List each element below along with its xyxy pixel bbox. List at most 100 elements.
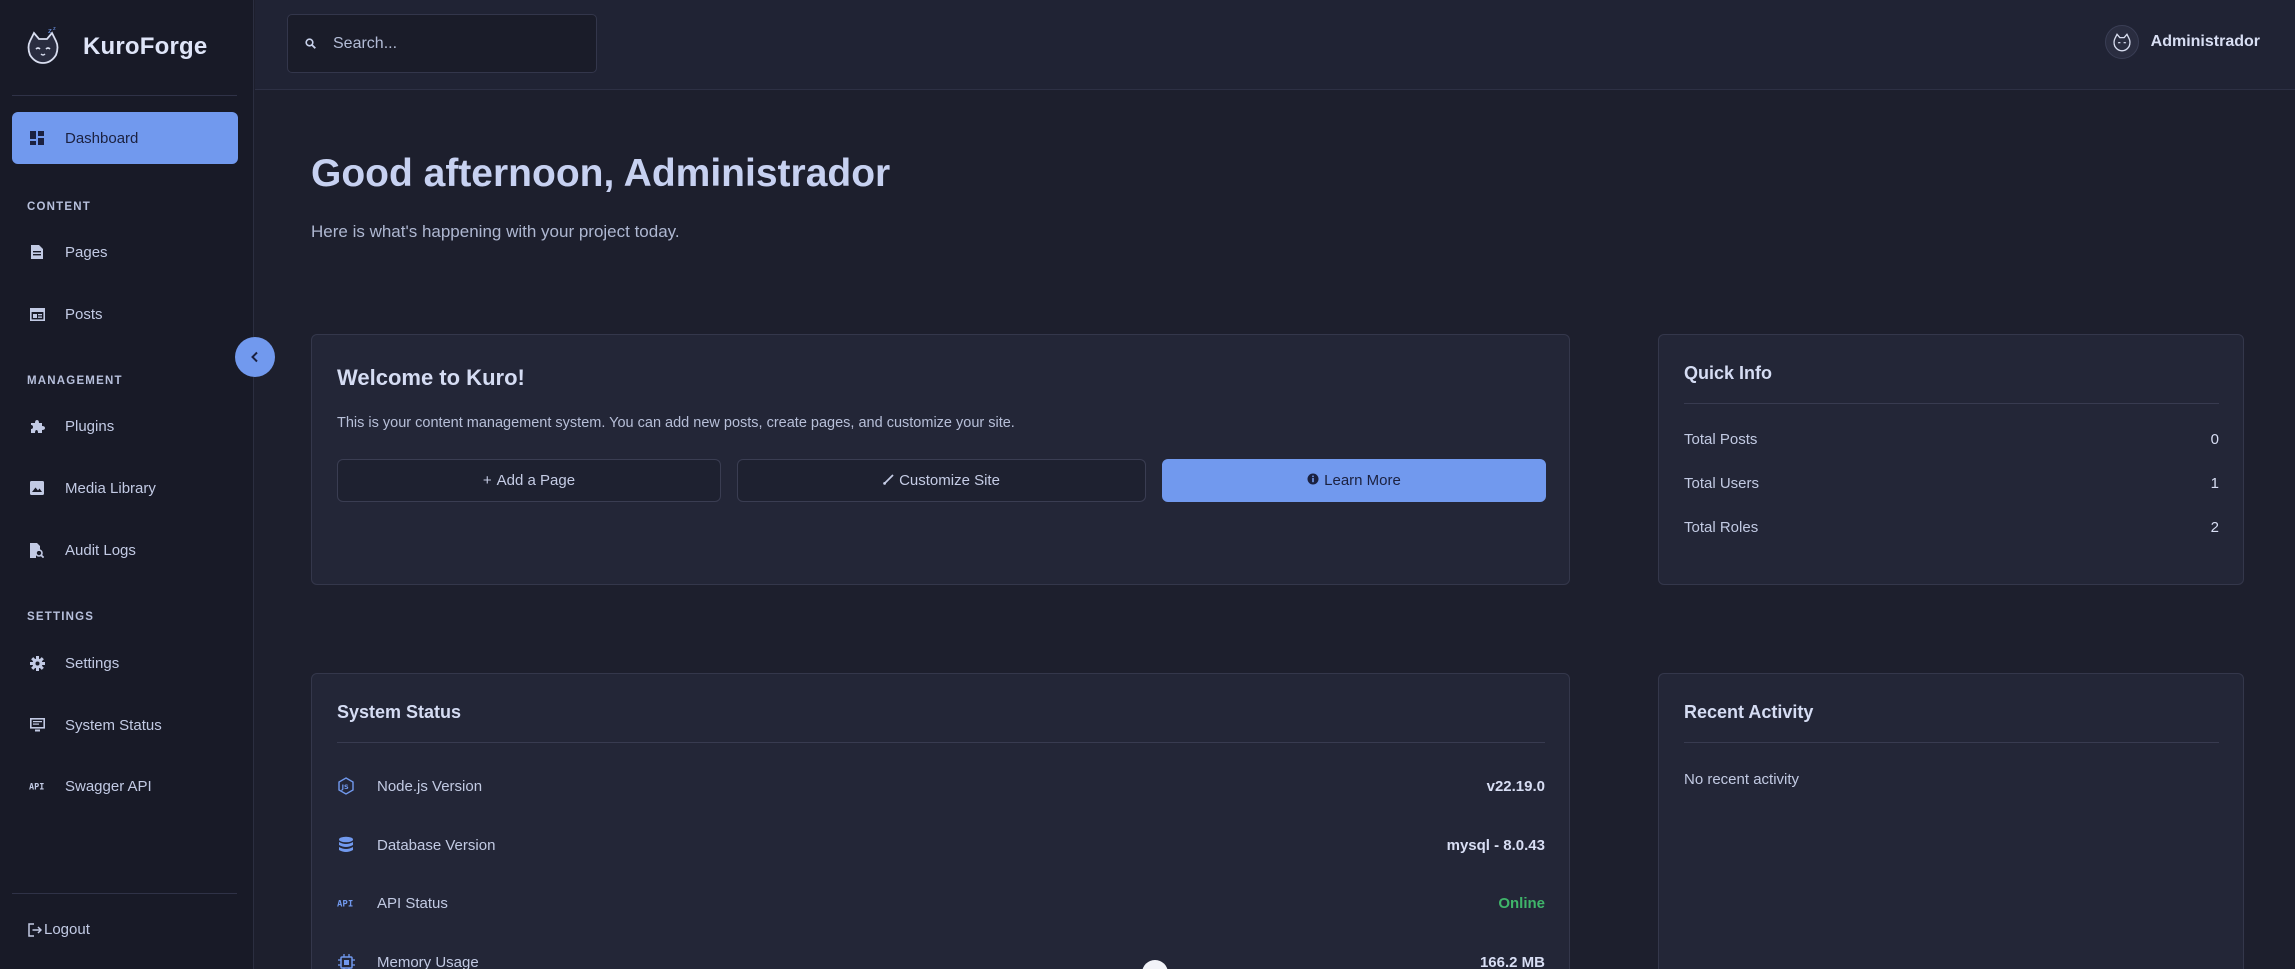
status-row-memory: Memory Usage 166.2 MB (337, 953, 1545, 969)
dashboard-icon (29, 130, 45, 146)
sidebar-item-system-status[interactable]: System Status (12, 699, 238, 751)
system-status-divider (337, 742, 1545, 743)
gear-icon (29, 655, 45, 671)
status-label: Node.js Version (377, 777, 483, 795)
svg-text:JS: JS (341, 783, 349, 791)
search-input[interactable] (333, 34, 573, 53)
api-icon: API (337, 894, 355, 912)
chevron-left-icon (251, 351, 258, 363)
system-status-card: System Status JS Node.js Version v22.19.… (311, 673, 1570, 969)
welcome-card: Welcome to Kuro! This is your content ma… (311, 334, 1570, 585)
status-value: v22.19.0 (1486, 777, 1545, 795)
quick-info-value: 2 (2210, 519, 2219, 536)
sidebar-item-dashboard[interactable]: Dashboard (12, 112, 238, 164)
sidebar-item-label: Dashboard (65, 129, 139, 147)
avatar (2104, 25, 2139, 59)
svg-text:z: z (48, 27, 52, 35)
collapse-sidebar-button[interactable] (235, 337, 275, 377)
learn-more-button[interactable]: Learn More (1162, 459, 1546, 502)
sidebar-item-label: Pages (65, 243, 108, 261)
page-title: Good afternoon, Administrador (311, 152, 891, 195)
svg-text:API: API (29, 783, 44, 792)
user-menu[interactable]: Administrador (2104, 25, 2260, 59)
welcome-title: Welcome to Kuro! (337, 365, 525, 390)
sidebar-item-label: Media Library (65, 479, 156, 497)
learn-more-label: Learn More (1324, 472, 1401, 489)
top-bar: Administrador (255, 0, 2295, 90)
sidebar-item-label: Posts (65, 305, 103, 323)
customize-site-label: Customize Site (899, 472, 1000, 489)
sidebar-item-pages[interactable]: Pages (12, 226, 238, 278)
add-page-label: Add a Page (496, 472, 576, 489)
nodejs-icon: JS (337, 777, 355, 795)
brand[interactable]: z z KuroForge (25, 22, 207, 72)
plus-icon: + (482, 472, 492, 489)
search-box[interactable] (287, 14, 597, 73)
section-settings-heading: SETTINGS (27, 611, 95, 623)
page-icon (29, 244, 45, 260)
brush-icon (883, 472, 894, 489)
quick-info-label: Total Users (1684, 475, 1760, 492)
svg-text:z: z (53, 27, 56, 32)
sidebar-item-label: Audit Logs (65, 541, 136, 559)
sidebar-item-label: Plugins (65, 417, 115, 435)
brand-divider (12, 95, 237, 96)
sidebar-item-plugins[interactable]: Plugins (12, 400, 238, 452)
quick-info-divider (1684, 403, 2219, 404)
kuro-cat-logo-icon: z z (27, 27, 59, 64)
recent-activity-title: Recent Activity (1684, 702, 1814, 722)
sidebar-item-label: System Status (65, 716, 162, 734)
status-value: 166.2 MB (1479, 953, 1545, 969)
quick-info-row-total-users: Total Users 1 (1684, 475, 2219, 492)
status-value-online: Online (1498, 894, 1545, 912)
status-row-database: Database Version mysql - 8.0.43 (337, 836, 1545, 854)
sidebar: z z KuroForge Dashboard CONTENT Pages Po… (0, 0, 254, 969)
api-icon: API (29, 778, 45, 794)
audit-log-icon (29, 542, 45, 558)
sidebar-item-label: Swagger API (65, 777, 152, 795)
customize-site-button[interactable]: Customize Site (737, 459, 1146, 502)
section-management-heading: MANAGEMENT (27, 375, 123, 387)
svg-text:API: API (337, 900, 353, 909)
add-page-button[interactable]: + Add a Page (337, 459, 721, 502)
system-status-title: System Status (337, 702, 462, 722)
sidebar-item-swagger-api[interactable]: API Swagger API (12, 760, 238, 812)
logout-button[interactable]: Logout (28, 921, 90, 938)
logout-icon (28, 922, 42, 937)
status-row-nodejs: JS Node.js Version v22.19.0 (337, 777, 1545, 795)
quick-info-value: 1 (2210, 475, 2219, 492)
posts-icon (29, 306, 45, 322)
sidebar-item-settings[interactable]: Settings (12, 637, 238, 689)
quick-info-title: Quick Info (1684, 363, 1773, 383)
recent-activity-empty-text: No recent activity (1684, 771, 1800, 788)
sidebar-item-audit-logs[interactable]: Audit Logs (12, 524, 238, 576)
section-content-heading: CONTENT (27, 201, 91, 213)
recent-activity-divider (1684, 742, 2219, 743)
sidebar-item-posts[interactable]: Posts (12, 288, 238, 340)
quick-info-label: Total Roles (1684, 519, 1759, 536)
quick-info-card: Quick Info Total Posts 0 Total Users 1 T… (1658, 334, 2244, 585)
puzzle-icon (29, 418, 45, 434)
quick-info-value: 0 (2210, 431, 2219, 448)
chip-icon (337, 953, 355, 969)
user-name: Administrador (2150, 33, 2260, 50)
status-row-api: API API Status Online (337, 894, 1545, 912)
brand-name: KuroForge (83, 33, 208, 60)
status-value: mysql - 8.0.43 (1446, 836, 1545, 854)
info-icon (1307, 472, 1319, 489)
logout-label: Logout (44, 921, 90, 938)
database-icon (337, 836, 355, 854)
monitor-icon (29, 717, 45, 733)
logout-divider (12, 893, 237, 894)
quick-info-row-total-posts: Total Posts 0 (1684, 431, 2219, 448)
welcome-description: This is your content management system. … (337, 415, 1015, 431)
sidebar-item-label: Settings (65, 654, 120, 672)
status-label: API Status (377, 894, 448, 912)
quick-info-label: Total Posts (1684, 431, 1758, 448)
quick-info-row-total-roles: Total Roles 2 (1684, 519, 2219, 536)
image-icon (29, 480, 45, 496)
page-subtitle: Here is what's happening with your proje… (311, 222, 680, 241)
sidebar-item-media-library[interactable]: Media Library (12, 462, 238, 514)
recent-activity-card: Recent Activity No recent activity (1658, 673, 2244, 969)
search-icon (305, 38, 316, 49)
